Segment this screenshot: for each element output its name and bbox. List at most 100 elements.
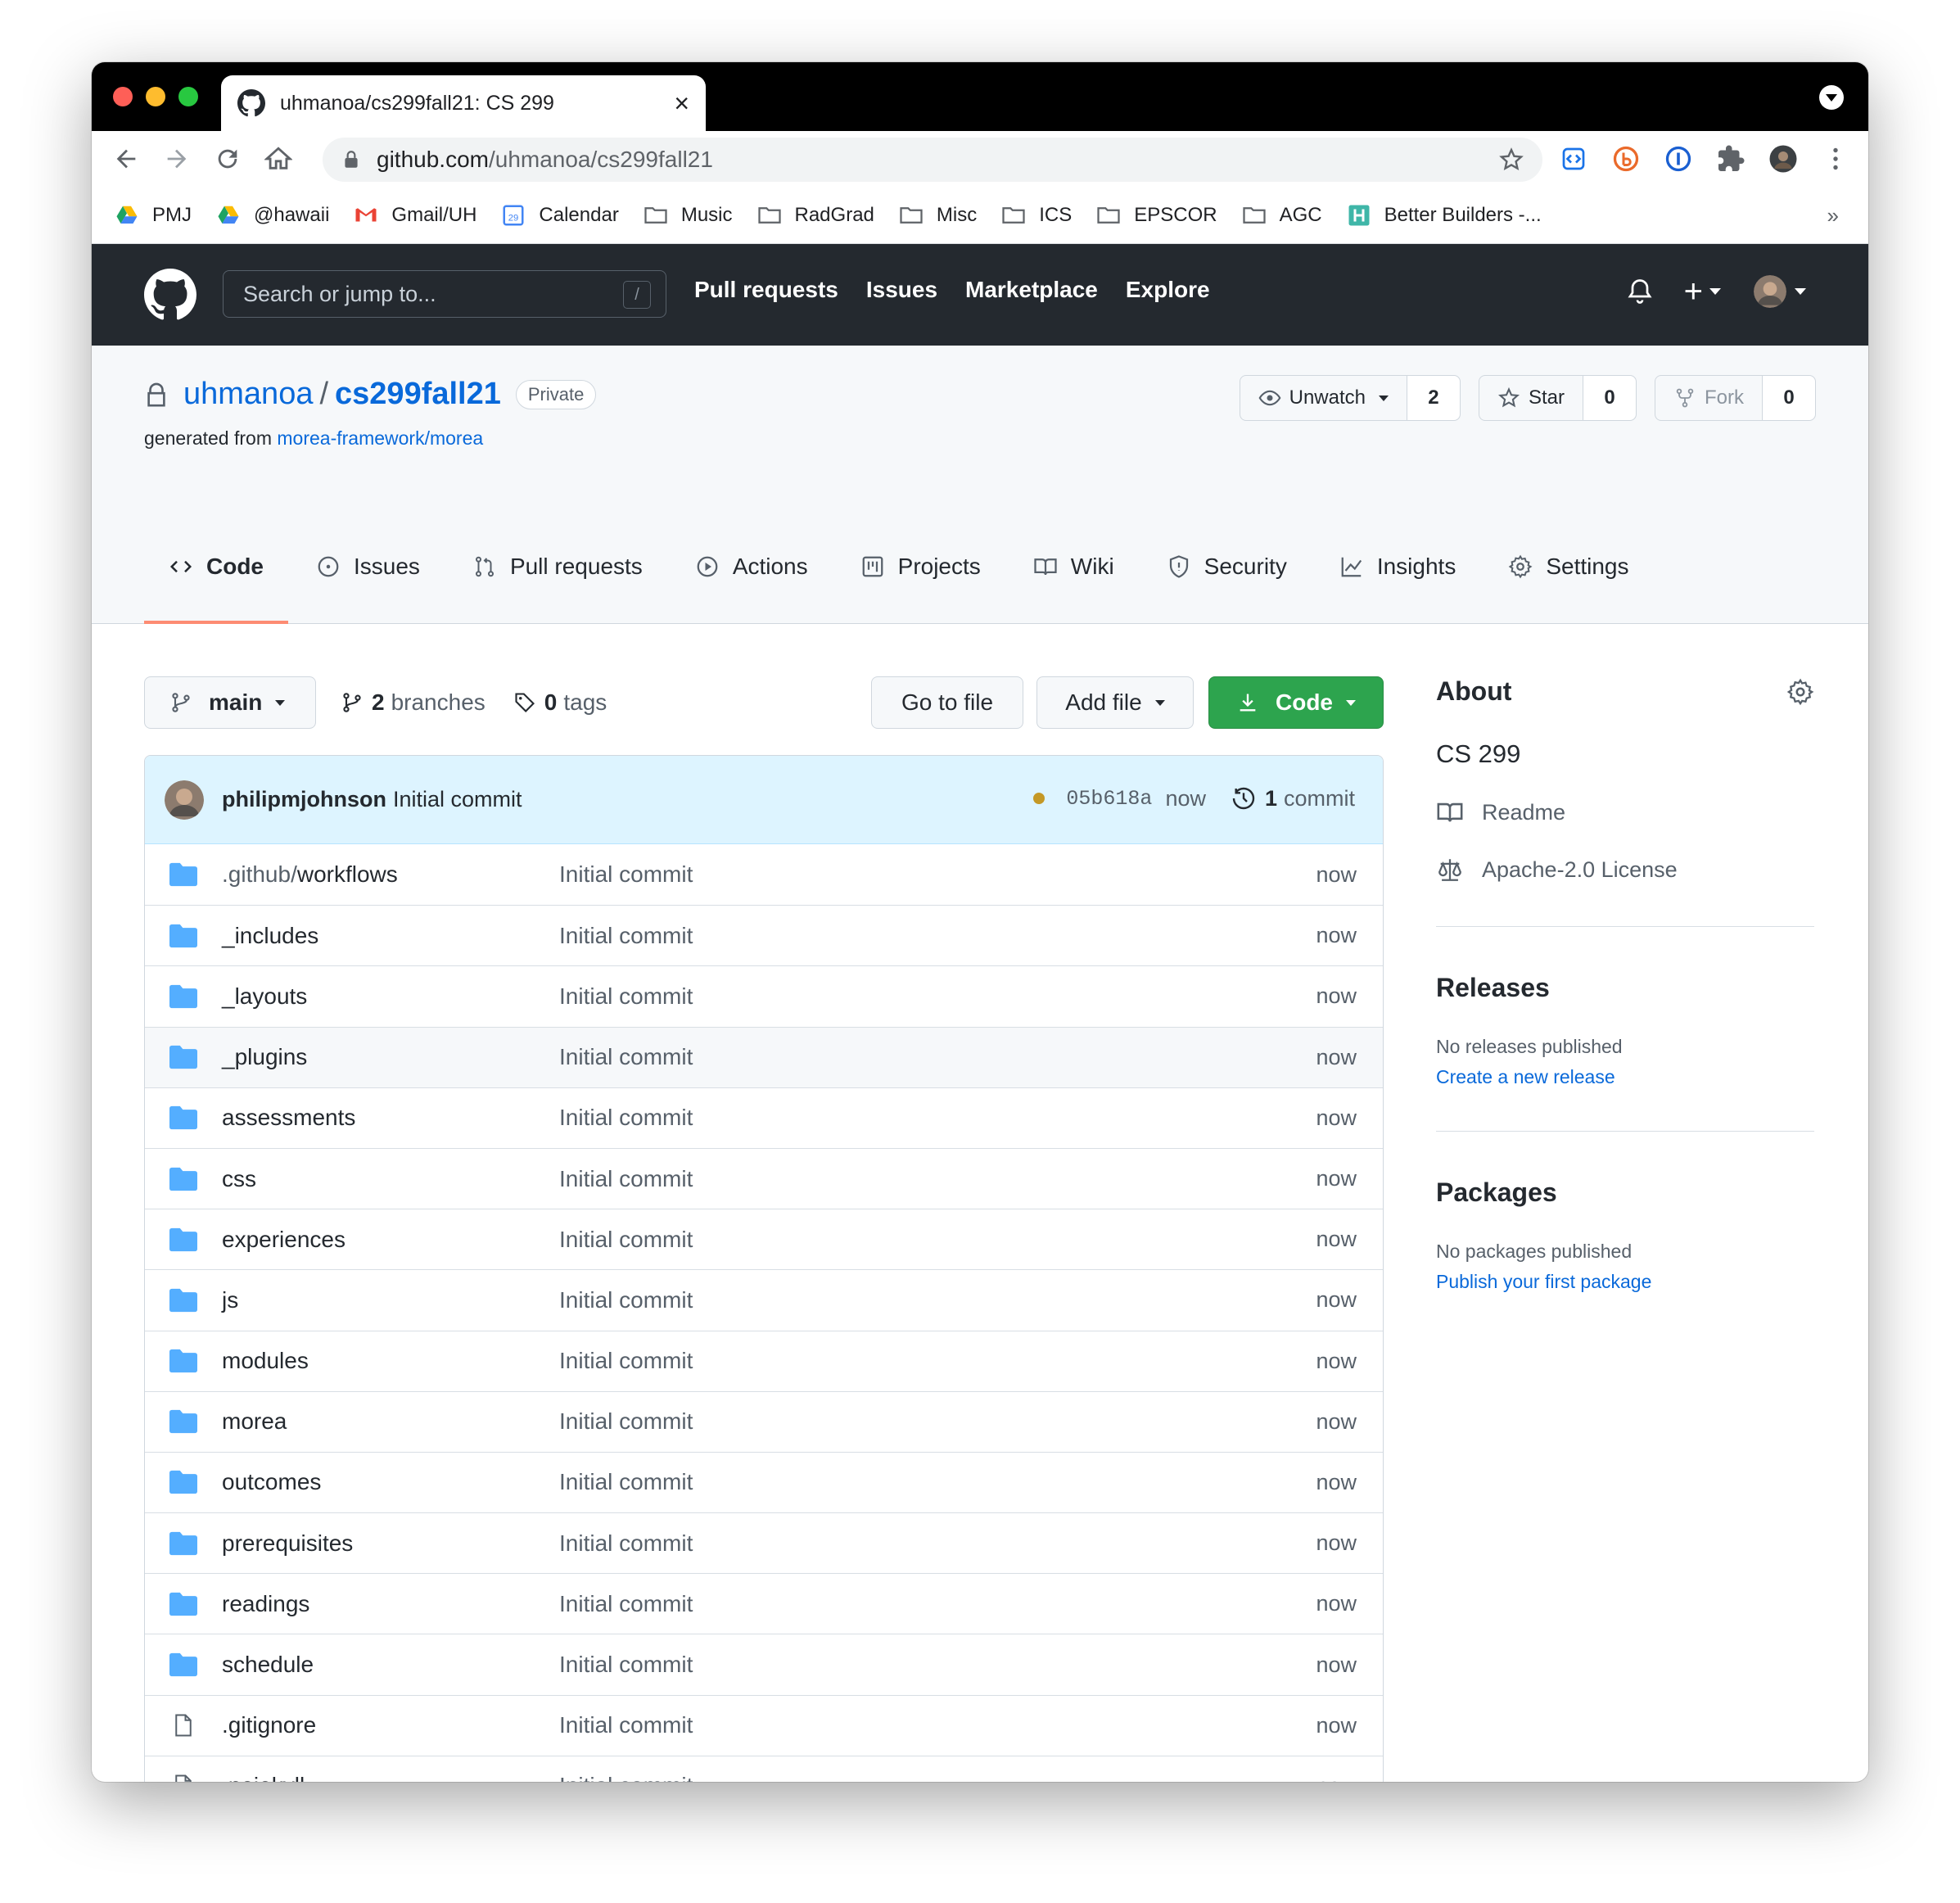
maximize-window-button[interactable] — [178, 87, 198, 106]
nav-pull-requests[interactable]: Pull requests — [694, 277, 838, 303]
tab-wiki[interactable]: Wiki — [1009, 537, 1139, 596]
commit-status-dot[interactable] — [1033, 793, 1045, 804]
commit-count-label[interactable]: commit — [1284, 786, 1355, 811]
tab-issues[interactable]: Issues — [291, 537, 445, 596]
create-new-icon[interactable]: + — [1684, 275, 1703, 308]
github-search-input[interactable]: Search or jump to... / — [223, 270, 666, 318]
tab-code[interactable]: Code — [144, 537, 288, 624]
repo-name-link[interactable]: cs299fall21 — [335, 377, 501, 412]
profile-button[interactable] — [1767, 142, 1800, 175]
bookmark-6[interactable]: Misc — [899, 203, 977, 228]
branch-selector[interactable]: main — [144, 676, 316, 729]
extension-code-button[interactable] — [1557, 142, 1590, 175]
commit-author[interactable]: philipmjohnson — [222, 787, 386, 812]
bookmark-2[interactable]: Gmail/UH — [354, 203, 476, 228]
table-row[interactable]: assessments Initial commit now — [145, 1087, 1383, 1148]
bookmark-star-icon[interactable] — [1498, 147, 1524, 173]
table-row[interactable]: .gitignore Initial commit now — [145, 1694, 1383, 1756]
back-button[interactable] — [110, 142, 142, 175]
file-commit-message[interactable]: Initial commit — [559, 1287, 1358, 1313]
extension-b-button[interactable] — [1610, 142, 1642, 175]
file-name-link[interactable]: .github/workflows — [222, 861, 559, 888]
nav-marketplace[interactable]: Marketplace — [965, 277, 1098, 303]
user-avatar[interactable] — [1754, 275, 1786, 308]
file-commit-message[interactable]: Initial commit — [559, 1227, 1358, 1253]
bookmarks-overflow-button[interactable]: » — [1827, 203, 1839, 228]
bookmark-5[interactable]: RadGrad — [757, 203, 874, 228]
file-name-link[interactable]: morea — [222, 1408, 559, 1435]
go-to-file-button[interactable]: Go to file — [871, 676, 1023, 729]
bookmark-8[interactable]: EPSCOR — [1096, 203, 1217, 228]
commit-count[interactable]: 1 — [1265, 786, 1277, 811]
bell-icon[interactable] — [1625, 277, 1655, 306]
tab-security[interactable]: Security — [1142, 537, 1312, 596]
unwatch-button[interactable]: Unwatch — [1240, 376, 1407, 420]
table-row[interactable]: _layouts Initial commit now — [145, 965, 1383, 1026]
table-row[interactable]: outcomes Initial commit now — [145, 1451, 1383, 1512]
file-commit-message[interactable]: Initial commit — [559, 1348, 1358, 1374]
browser-tab-active[interactable]: uhmanoa/cs299fall21: CS 299 × — [221, 75, 706, 131]
table-row[interactable]: morea Initial commit now — [145, 1390, 1383, 1452]
create-release-link[interactable]: Create a new release — [1436, 1066, 1814, 1088]
publish-package-link[interactable]: Publish your first package — [1436, 1271, 1814, 1293]
tags-link[interactable]: 0 tags — [513, 689, 607, 716]
table-row[interactable]: .github/workflows Initial commit now — [145, 844, 1383, 905]
stars-count[interactable]: 0 — [1583, 376, 1636, 420]
bookmark-10[interactable]: Better Builders -... — [1347, 203, 1542, 228]
bookmark-3[interactable]: 29 Calendar — [501, 203, 619, 228]
file-commit-message[interactable]: Initial commit — [559, 1044, 1358, 1070]
close-window-button[interactable] — [113, 87, 133, 106]
table-row[interactable]: modules Initial commit now — [145, 1330, 1383, 1391]
bookmark-7[interactable]: ICS — [1001, 203, 1072, 228]
packages-heading[interactable]: Packages — [1436, 1178, 1814, 1208]
repo-owner-link[interactable]: uhmanoa — [183, 377, 313, 412]
commit-message[interactable]: Initial commit — [393, 787, 522, 812]
add-file-button[interactable]: Add file — [1036, 676, 1194, 729]
star-button[interactable]: Star — [1479, 376, 1583, 420]
file-commit-message[interactable]: Initial commit — [559, 1408, 1358, 1435]
nav-issues[interactable]: Issues — [866, 277, 937, 303]
tab-insights[interactable]: Insights — [1315, 537, 1481, 596]
commit-author-avatar[interactable] — [165, 780, 204, 820]
address-bar[interactable]: github.com/uhmanoa/cs299fall21 — [323, 138, 1542, 182]
table-row[interactable]: readings Initial commit now — [145, 1573, 1383, 1634]
browser-menu-button[interactable] — [1819, 142, 1852, 175]
table-row[interactable]: schedule Initial commit now — [145, 1634, 1383, 1694]
file-name-link[interactable]: _layouts — [222, 983, 559, 1010]
file-name-link[interactable]: experiences — [222, 1227, 559, 1253]
reload-button[interactable] — [211, 142, 244, 175]
bookmark-4[interactable]: Music — [644, 203, 733, 228]
file-commit-message[interactable]: Initial commit — [559, 861, 1358, 888]
gear-icon[interactable] — [1786, 678, 1814, 706]
tab-projects[interactable]: Projects — [836, 537, 1005, 596]
file-commit-message[interactable]: Initial commit — [559, 1712, 1358, 1738]
file-name-link[interactable]: modules — [222, 1348, 559, 1374]
file-name-link[interactable]: prerequisites — [222, 1530, 559, 1557]
bookmark-0[interactable]: PMJ — [115, 203, 192, 228]
file-name-link[interactable]: .nojekyll — [222, 1773, 559, 1782]
forks-count[interactable]: 0 — [1763, 376, 1815, 420]
file-name-link[interactable]: schedule — [222, 1652, 559, 1678]
table-row[interactable]: experiences Initial commit now — [145, 1209, 1383, 1269]
commit-sha[interactable]: 05b618a — [1066, 787, 1152, 811]
extension-password-button[interactable] — [1662, 142, 1695, 175]
file-name-link[interactable]: _plugins — [222, 1044, 559, 1070]
forward-button[interactable] — [160, 142, 193, 175]
file-commit-message[interactable]: Initial commit — [559, 1591, 1358, 1617]
fork-button[interactable]: Fork — [1655, 376, 1763, 420]
readme-link[interactable]: Readme — [1436, 798, 1814, 826]
table-row[interactable]: css Initial commit now — [145, 1147, 1383, 1209]
watchers-count[interactable]: 2 — [1407, 376, 1460, 420]
file-commit-message[interactable]: Initial commit — [559, 1469, 1358, 1495]
template-repo-link[interactable]: morea-framework/morea — [277, 427, 483, 449]
tab-search-button[interactable] — [1819, 85, 1844, 110]
license-link[interactable]: Apache-2.0 License — [1436, 856, 1814, 884]
table-row[interactable]: _includes Initial commit now — [145, 905, 1383, 965]
table-row[interactable]: prerequisites Initial commit now — [145, 1512, 1383, 1573]
file-name-link[interactable]: js — [222, 1287, 559, 1313]
file-name-link[interactable]: css — [222, 1166, 559, 1192]
nav-explore[interactable]: Explore — [1126, 277, 1210, 303]
file-commit-message[interactable]: Initial commit — [559, 1530, 1358, 1557]
extensions-button[interactable] — [1714, 142, 1747, 175]
table-row[interactable]: .nojekyll Initial commitnow — [145, 1755, 1383, 1782]
